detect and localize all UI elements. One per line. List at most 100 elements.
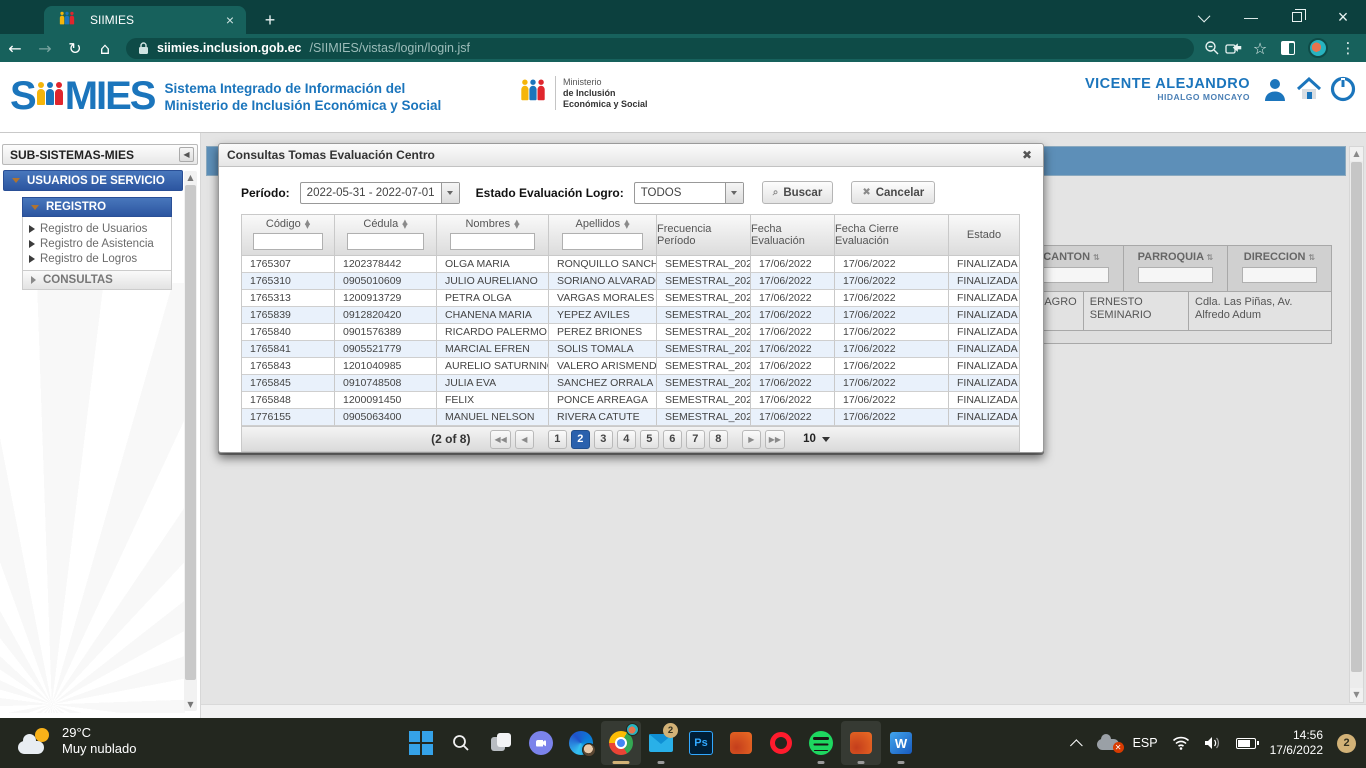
table-row[interactable]: 1765840 0901576389 RICARDO PALERMO PEREZ…	[242, 324, 1019, 341]
office-active-button[interactable]	[841, 721, 881, 765]
table-row[interactable]: 1765848 1200091450 FELIX PONCE ARREAGA S…	[242, 392, 1019, 409]
table-row[interactable]: 1765310 0905010609 JULIO AURELIANO SORIA…	[242, 273, 1019, 290]
tab-search-icon[interactable]	[1182, 0, 1228, 34]
sort-icon[interactable]: ▲▼	[305, 220, 310, 229]
sidebar-menu-item[interactable]: Registro de Usuarios	[27, 221, 167, 236]
page-number-button[interactable]: 6	[663, 430, 682, 449]
column-filter-input[interactable]	[347, 233, 424, 250]
wifi-icon[interactable]	[1172, 736, 1190, 750]
home-icon[interactable]: ⌂	[90, 39, 120, 58]
dropdown-arrow-icon[interactable]	[725, 183, 743, 203]
cancelar-button[interactable]: ✖ Cancelar	[851, 181, 935, 204]
scroll-up-icon[interactable]: ▲	[1350, 147, 1363, 161]
background-column-filter-input[interactable]	[1242, 267, 1316, 283]
battery-icon[interactable]	[1236, 738, 1256, 749]
last-page-icon[interactable]: ▶▶	[765, 430, 785, 449]
page-scrollbar[interactable]: ▲ ▼	[1349, 146, 1364, 703]
next-page-icon[interactable]: ▶	[742, 430, 761, 449]
estado-select[interactable]: TODOS	[634, 182, 744, 204]
page-number-button[interactable]: 2	[571, 430, 590, 449]
taskbar-search-button[interactable]	[441, 721, 481, 765]
table-row[interactable]: 1765307 1202378442 OLGA MARIA RONQUILLO …	[242, 256, 1019, 273]
page-scroll-thumb[interactable]	[1351, 162, 1362, 672]
chat-button[interactable]	[521, 721, 561, 765]
column-filter-input[interactable]	[450, 233, 534, 250]
weather-widget[interactable]: 29°C Muy nublado	[18, 725, 136, 757]
reload-icon[interactable]: ↻	[60, 39, 90, 58]
table-row[interactable]: 1765841 0905521779 MARCIAL EFREN SOLIS T…	[242, 341, 1019, 358]
page-number-button[interactable]: 5	[640, 430, 659, 449]
table-row[interactable]: 1765839 0912820420 CHANENA MARIA YEPEZ A…	[242, 307, 1019, 324]
bookmark-star-icon[interactable]: ☆	[1246, 39, 1274, 58]
dialog-titlebar[interactable]: Consultas Tomas Evaluación Centro ✖	[219, 144, 1043, 167]
sidebar-scroll-thumb[interactable]	[185, 185, 196, 680]
home-nav-icon[interactable]	[1296, 76, 1322, 102]
sidebar-item-consultas[interactable]: CONSULTAS	[23, 270, 171, 289]
logout-power-icon[interactable]	[1330, 76, 1356, 102]
first-page-icon[interactable]: ◀◀	[490, 430, 510, 449]
sort-icon[interactable]: ▲▼	[402, 220, 407, 229]
onedrive-error-icon[interactable]: ✕	[1097, 736, 1119, 750]
edge-button[interactable]	[561, 721, 601, 765]
zoom-out-icon[interactable]	[1204, 40, 1220, 56]
sort-icon[interactable]: ▲▼	[514, 220, 519, 229]
side-panel-icon[interactable]	[1281, 41, 1295, 55]
background-column-filter-input[interactable]	[1138, 267, 1212, 283]
sidebar-item-registro[interactable]: REGISTRO	[22, 197, 172, 217]
column-filter-input[interactable]	[562, 233, 643, 250]
chrome-button[interactable]	[601, 721, 641, 765]
tray-expand-icon[interactable]	[1070, 739, 1083, 752]
sidebar-collapse-icon[interactable]: ◀	[179, 147, 194, 162]
word-button[interactable]: W	[881, 721, 921, 765]
scroll-down-icon[interactable]: ▼	[184, 700, 197, 709]
page-number-button[interactable]: 1	[548, 430, 567, 449]
scroll-down-icon[interactable]: ▼	[1350, 688, 1363, 702]
language-indicator[interactable]: ESP	[1133, 736, 1158, 750]
sidebar-scrollbar[interactable]: ▲ ▼	[184, 171, 197, 711]
sortable-column-header[interactable]: Apellidos▲▼	[549, 215, 657, 255]
table-row[interactable]: 1765845 0910748508 JULIA EVA SANCHEZ ORR…	[242, 375, 1019, 392]
sortable-column-header[interactable]: Cédula▲▼	[335, 215, 437, 255]
office-button[interactable]	[721, 721, 761, 765]
sidebar-menu-item[interactable]: Registro de Logros	[27, 251, 167, 266]
opera-button[interactable]	[761, 721, 801, 765]
sortable-column-header[interactable]: Nombres▲▼	[437, 215, 549, 255]
address-bar[interactable]: siimies.inclusion.gob.ec/SIIMIES/vistas/…	[126, 38, 1194, 59]
restore-button[interactable]	[1274, 0, 1320, 34]
table-row[interactable]: 1765313 1200913729 PETRA OLGA VARGAS MOR…	[242, 290, 1019, 307]
photoshop-button[interactable]: Ps	[681, 721, 721, 765]
buscar-button[interactable]: ⌕ Buscar	[762, 181, 834, 204]
page-number-button[interactable]: 4	[617, 430, 636, 449]
clock[interactable]: 14:56 17/6/2022	[1270, 728, 1323, 758]
tab-close-icon[interactable]: ×	[222, 12, 238, 28]
table-row[interactable]: 1765843 1201040985 AURELIO SATURNINO VAL…	[242, 358, 1019, 375]
notification-badge[interactable]: 2	[1337, 734, 1356, 753]
background-column-filter-input[interactable]	[1034, 267, 1108, 283]
table-row[interactable]: 1776155 0905063400 MANUEL NELSON RIVERA …	[242, 409, 1019, 426]
prev-page-icon[interactable]: ◀	[515, 430, 534, 449]
close-button[interactable]: ×	[1320, 0, 1366, 34]
column-filter-input[interactable]	[253, 233, 323, 250]
page-number-button[interactable]: 3	[594, 430, 613, 449]
start-button[interactable]	[401, 721, 441, 765]
mail-button[interactable]: 2	[641, 721, 681, 765]
spotify-button[interactable]	[801, 721, 841, 765]
sidebar-menu-item[interactable]: Registro de Asistencia	[27, 236, 167, 251]
sort-icon[interactable]: ▲▼	[624, 220, 629, 229]
back-icon[interactable]: ←	[0, 39, 30, 58]
share-icon[interactable]	[1220, 40, 1246, 56]
page-size-select[interactable]: 10	[803, 433, 830, 445]
forward-icon[interactable]: →	[30, 39, 60, 58]
scroll-up-icon[interactable]: ▲	[184, 173, 197, 182]
sidebar-panel-usuarios[interactable]: USUARIOS DE SERVICIO	[3, 170, 183, 191]
profile-avatar[interactable]	[1308, 38, 1328, 58]
dialog-close-icon[interactable]: ✖	[1019, 148, 1035, 162]
dropdown-arrow-icon[interactable]	[441, 183, 459, 203]
browser-tab-siimies[interactable]: SIIMIES ×	[44, 6, 246, 34]
minimize-button[interactable]: —	[1228, 0, 1274, 34]
page-number-button[interactable]: 7	[686, 430, 705, 449]
page-number-button[interactable]: 8	[709, 430, 728, 449]
browser-menu-icon[interactable]: ⋮	[1334, 39, 1362, 57]
task-view-button[interactable]	[481, 721, 521, 765]
periodo-select[interactable]: 2022-05-31 - 2022-07-01	[300, 182, 460, 204]
